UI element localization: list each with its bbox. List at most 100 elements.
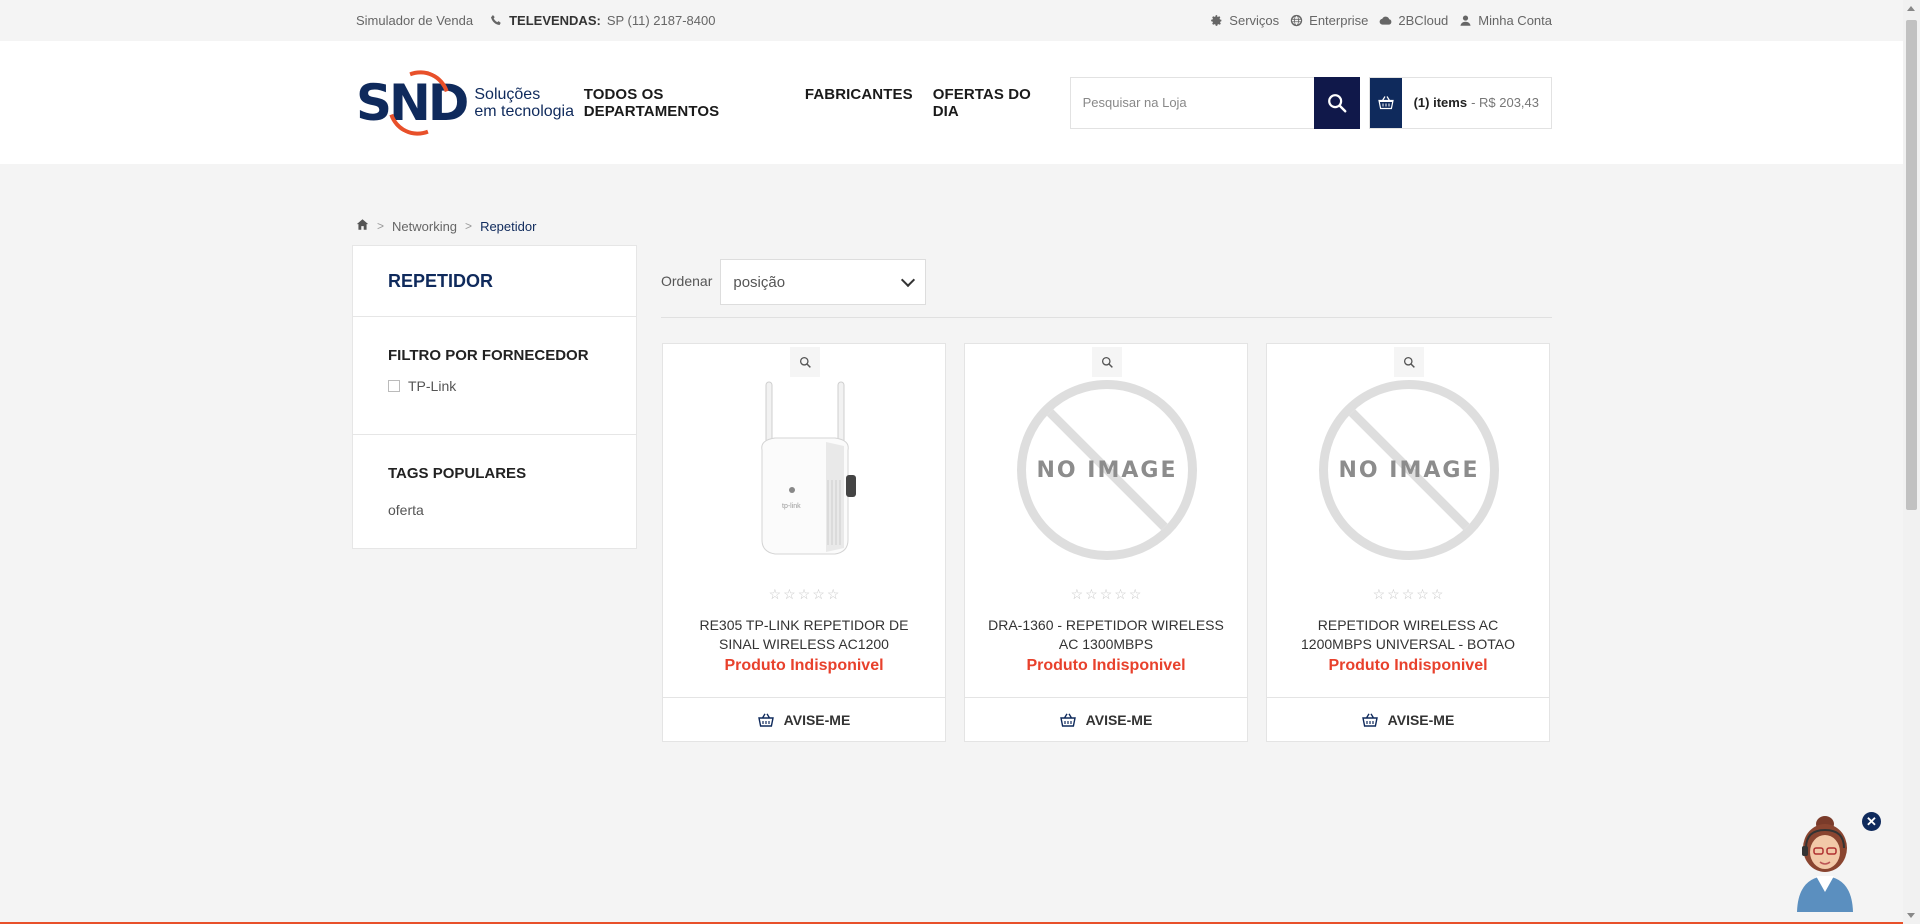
- cloud-link[interactable]: 2BCloud: [1378, 13, 1448, 28]
- breadcrumb-networking[interactable]: Networking: [392, 219, 457, 234]
- notify-me-label: AVISE-ME: [1387, 711, 1455, 728]
- filter-option-label: TP-Link: [408, 378, 457, 394]
- account-link[interactable]: Minha Conta: [1458, 13, 1552, 28]
- product-card[interactable]: NO IMAGE ☆ ☆ ☆ ☆ ☆ REPETIDOR WIRELESS AC 120…: [1266, 343, 1550, 742]
- product-card[interactable]: tp-link ☆ ☆ ☆ ☆ ☆ RE305 TP-LINK REPETIDOR DE…: [662, 343, 946, 742]
- mini-cart[interactable]: (1) items - R$ 203,43: [1368, 76, 1552, 129]
- notify-me-button[interactable]: AVISE-ME: [965, 697, 1247, 741]
- enterprise-link[interactable]: Enterprise: [1289, 13, 1368, 28]
- no-image-placeholder: NO IMAGE: [1017, 380, 1197, 560]
- chevron-down-icon: [901, 272, 916, 287]
- sort-toolbar: Ordenar posição: [661, 259, 1552, 318]
- sort-label: Ordenar: [661, 273, 713, 289]
- enterprise-label: Enterprise: [1309, 13, 1369, 28]
- search-icon: [1327, 93, 1347, 112]
- logo-ring: [376, 59, 462, 146]
- breadcrumb-separator: >: [377, 219, 385, 233]
- svg-text:tp-link: tp-link: [782, 503, 801, 510]
- star-icon: ☆: [1416, 586, 1429, 602]
- chat-assistant-widget[interactable]: ✕: [1792, 812, 1881, 912]
- cloud-icon: [1378, 14, 1392, 28]
- logo-tagline: Soluções em tecnologia: [474, 86, 574, 120]
- product-image[interactable]: tp-link: [700, 380, 910, 560]
- product-image[interactable]: NO IMAGE: [1002, 380, 1212, 560]
- star-icon: ☆: [812, 586, 825, 602]
- star-icon: ☆: [1085, 586, 1098, 602]
- search-input[interactable]: [1069, 76, 1314, 129]
- top-bar: Simulador de Venda TELEVENDAS: SP (11) 2…: [0, 0, 1920, 41]
- popular-tags: TAGS POPULARES oferta: [353, 435, 636, 548]
- star-icon: ☆: [1430, 586, 1444, 602]
- nav-daily-offers[interactable]: OFERTAS DO DIA: [933, 86, 1051, 120]
- scroll-thumb[interactable]: [1906, 20, 1917, 510]
- nav-manufacturers[interactable]: FABRICANTES: [805, 86, 913, 120]
- user-icon: [1458, 14, 1472, 28]
- product-name[interactable]: RE305 TP-LINK REPETIDOR DE SINAL WIRELES…: [679, 616, 929, 654]
- star-icon: ☆: [1372, 586, 1386, 602]
- logo[interactable]: SND Soluções em tecnologia: [356, 59, 586, 146]
- logo-tagline-line-2: em tecnologia: [474, 102, 574, 120]
- filter-option-tplink[interactable]: TP-Link: [388, 364, 601, 434]
- scroll-down-arrow[interactable]: [1907, 913, 1915, 918]
- supplier-filter-heading: FILTRO POR FORNECEDOR: [388, 347, 589, 364]
- rating-stars: ☆ ☆ ☆ ☆ ☆: [1267, 587, 1549, 601]
- basket-icon: [757, 712, 774, 727]
- breadcrumb-current: Repetidor: [480, 218, 537, 234]
- breadcrumb: > Networking > Repetidor: [356, 218, 536, 234]
- services-link[interactable]: Serviços: [1209, 13, 1279, 28]
- popular-tags-heading: TAGS POPULARES: [388, 465, 527, 482]
- basket-icon: [1361, 712, 1378, 727]
- cart-items: (1) items: [1413, 95, 1468, 110]
- services-label: Serviços: [1229, 13, 1280, 28]
- main-nav: TODOS OS DEPARTAMENTOS FABRICANTES OFERT…: [584, 86, 1051, 120]
- rating-stars: ☆ ☆ ☆ ☆ ☆: [663, 587, 945, 601]
- breadcrumb-separator: >: [465, 219, 473, 233]
- sidebar: REPETIDOR FILTRO POR FORNECEDOR TP-Link …: [352, 245, 637, 549]
- notify-me-label: AVISE-ME: [1085, 711, 1153, 728]
- sort-select[interactable]: posição: [720, 259, 927, 305]
- product-image[interactable]: NO IMAGE: [1304, 380, 1514, 560]
- supplier-filter: FILTRO POR FORNECEDOR TP-Link: [353, 317, 636, 435]
- star-icon: ☆: [1114, 586, 1127, 602]
- logo-tagline-line-1: Soluções: [474, 85, 541, 103]
- close-icon[interactable]: ✕: [1862, 812, 1881, 831]
- star-icon: ☆: [826, 586, 840, 602]
- gear-icon: [1209, 14, 1223, 28]
- no-image-text: NO IMAGE: [1036, 457, 1178, 483]
- basket-icon: [1059, 712, 1076, 727]
- star-icon: ☆: [1401, 586, 1415, 602]
- search-button[interactable]: [1313, 76, 1360, 129]
- star-icon: ☆: [797, 586, 811, 602]
- repeater-product-photo: tp-link: [761, 381, 856, 555]
- search-box: [1069, 76, 1360, 129]
- scroll-up-arrow[interactable]: [1907, 6, 1915, 11]
- no-image-text: NO IMAGE: [1338, 457, 1480, 483]
- category-title-block: REPETIDOR: [353, 246, 636, 317]
- quick-view-button[interactable]: [1394, 347, 1424, 377]
- star-icon: ☆: [768, 586, 782, 602]
- sort-value: posição: [733, 273, 786, 291]
- globe-icon: [1289, 14, 1303, 28]
- site-header: SND Soluções em tecnologia TODOS OS DEPA…: [0, 41, 1920, 164]
- filter-checkbox[interactable]: [388, 380, 400, 392]
- product-name[interactable]: DRA-1360 - REPETIDOR WIRELESS AC 1300MBP…: [981, 616, 1231, 654]
- nav-all-departments[interactable]: TODOS OS DEPARTAMENTOS: [584, 86, 785, 120]
- quick-view-button[interactable]: [790, 347, 820, 377]
- quick-view-button[interactable]: [1092, 347, 1122, 377]
- phone-icon: [489, 14, 503, 28]
- home-icon[interactable]: [356, 218, 369, 234]
- page-scrollbar[interactable]: [1903, 0, 1920, 924]
- product-name[interactable]: REPETIDOR WIRELESS AC 1200MBPS UNIVERSAL…: [1283, 616, 1533, 654]
- zoom-icon: [799, 356, 811, 368]
- cart-summary: (1) items - R$ 203,43: [1402, 78, 1551, 128]
- notify-me-button[interactable]: AVISE-ME: [1267, 697, 1549, 741]
- product-card[interactable]: NO IMAGE ☆ ☆ ☆ ☆ ☆ DRA-1360 - REPETIDOR WIRE…: [964, 343, 1248, 742]
- no-image-placeholder: NO IMAGE: [1319, 380, 1499, 560]
- star-icon: ☆: [783, 586, 796, 602]
- tag-link[interactable]: oferta: [388, 482, 601, 548]
- category-title: REPETIDOR: [388, 270, 494, 291]
- simulator-link[interactable]: Simulador de Venda: [356, 13, 473, 28]
- notify-me-button[interactable]: AVISE-ME: [663, 697, 945, 741]
- product-grid: tp-link ☆ ☆ ☆ ☆ ☆ RE305 TP-LINK REPETIDOR DE…: [662, 343, 1550, 742]
- availability-status: Produto Indisponivel: [724, 657, 884, 674]
